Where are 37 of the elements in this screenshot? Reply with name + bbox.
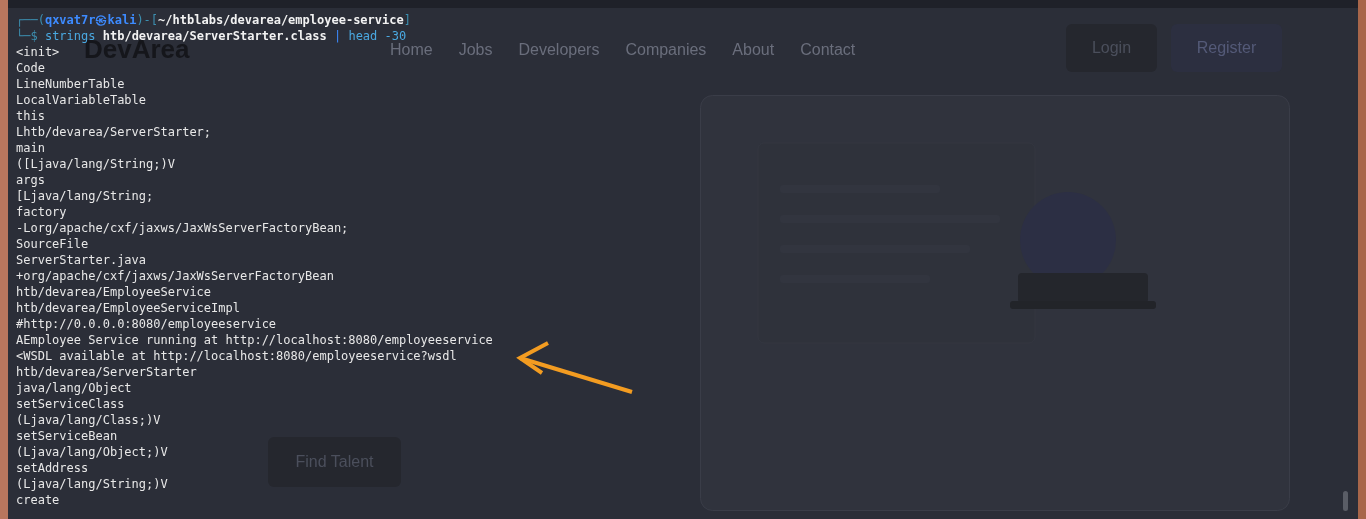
output-line: setServiceClass: [16, 396, 125, 412]
output-line: +org/apache/cxf/jaxws/JaxWsServerFactoryBean: [16, 268, 334, 284]
output-line: args: [16, 172, 45, 188]
scrollbar-thumb: [1343, 491, 1348, 511]
nav-link[interactable]: Developers: [518, 38, 600, 62]
output-line: LocalVariableTable: [16, 92, 147, 108]
output-line: (Ljava/lang/Class;)V: [16, 412, 161, 428]
output-line: <WSDL available at http://localhost:8080/employeeservice?wsdl: [16, 348, 457, 364]
output-line: <init>: [16, 44, 60, 60]
nav-link[interactable]: About: [732, 38, 775, 62]
nav-link[interactable]: Companies: [625, 38, 707, 62]
register-button[interactable]: Register: [1171, 24, 1282, 72]
output-line: Code: [16, 60, 45, 76]
output-line: setServiceBean: [16, 428, 118, 444]
output-line: Lhtb/devarea/ServerStarter;: [16, 124, 212, 140]
output-line: this: [16, 108, 45, 124]
output-line: SourceFile: [16, 236, 89, 252]
output-line: htb/devarea/ServerStarter: [16, 364, 197, 380]
output-line: setAddress: [16, 460, 89, 476]
output-line: main: [16, 140, 45, 156]
output-line: #http://0.0.0.0:8080/employeeservice: [16, 316, 277, 332]
output-line: (Ljava/lang/String;)V: [16, 476, 168, 492]
prompt-line: ┌──(qxvat7r㉿kali)-[~/htblabs/devarea/employee-service]: [16, 12, 411, 28]
output-line: ServerStarter.java: [16, 252, 147, 268]
output-line: -Lorg/apache/cxf/jaxws/JaxWsServerFactoryBean;: [16, 220, 349, 236]
output-line: [Ljava/lang/String;: [16, 188, 154, 204]
nav-link[interactable]: Contact: [800, 38, 856, 62]
output-line: htb/devarea/EmployeeService: [16, 284, 212, 300]
output-line: htb/devarea/EmployeeServiceImpl: [16, 300, 240, 316]
output-line: factory: [16, 204, 67, 220]
output-line: LineNumberTable: [16, 76, 125, 92]
output-line: java/lang/Object: [16, 380, 132, 396]
output-line: (Ljava/lang/Object;)V: [16, 444, 168, 460]
output-line: AEmployee Service running at http://localhost:8080/employeeservice: [16, 332, 493, 348]
nav-link[interactable]: Jobs: [458, 38, 493, 62]
output-line: ([Ljava/lang/String;)V: [16, 156, 175, 172]
output-line: create: [16, 492, 60, 508]
